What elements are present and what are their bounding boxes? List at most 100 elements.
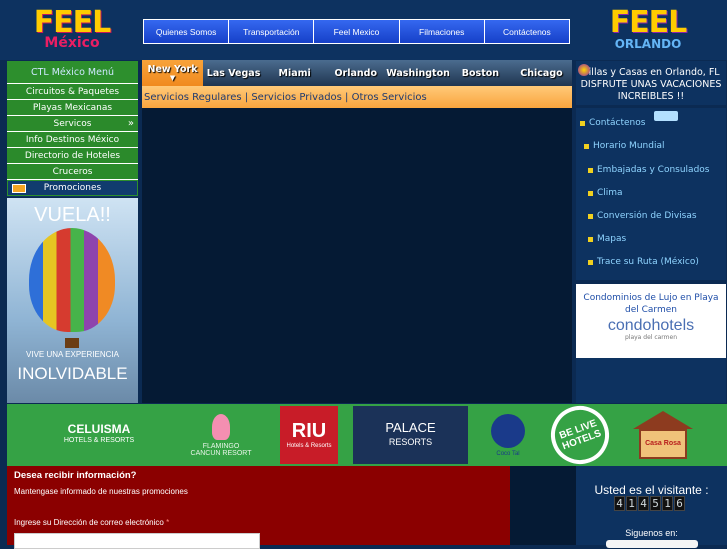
right-spacer [576, 358, 726, 403]
nav-contactenos[interactable]: Contáctenos [484, 20, 570, 43]
menu-item-label: Directorio de Hoteles [24, 150, 121, 161]
link-label: Mapas [597, 234, 627, 244]
tab-washington[interactable]: Washington [386, 60, 450, 86]
counter-digit: 1 [626, 496, 637, 511]
right-links: Contáctenos Horario Mundial Embajadas y … [576, 108, 726, 280]
bullet-icon [588, 236, 593, 242]
belive-hotels-logo[interactable]: BE LIVE HOTELS [542, 397, 618, 473]
condo-hotels-ad[interactable]: Condominios de Lujo en Playa del Carmen … [576, 284, 726, 358]
promo-line2: INOLVIDABLE [17, 364, 128, 383]
cocotal-logo[interactable]: Coco Tal [484, 406, 532, 464]
email-label: Ingrese su Dirección de correo electróni… [14, 518, 169, 527]
celuisma-sub: HOTELS & RESORTS [63, 437, 135, 444]
link-label: Clima [597, 188, 623, 198]
follow-label: Siguenos en: [625, 528, 678, 538]
logo-left-big: FEEL [33, 5, 112, 40]
link-embajadas[interactable]: Embajadas y Consulados [588, 165, 709, 175]
counter-digit: 5 [650, 496, 661, 511]
bullet-icon [584, 143, 589, 149]
link-contactenos[interactable]: Contáctenos [580, 118, 645, 128]
menu-item-label: Info Destinos México [25, 134, 120, 145]
menu-item-label: Playas Mexicanas [32, 102, 113, 113]
orlando-villas-promo[interactable]: Villas y Casas en Orlando, FL DISFRUTE U… [576, 61, 726, 105]
left-menu: CTL México Menú Circuitos & Paquetes Pla… [7, 61, 138, 197]
nav-transportacion[interactable]: Transportación [229, 20, 315, 43]
condo-title: Condominios de Lujo en Playa del Carmen [583, 293, 719, 315]
menu-item-cruceros[interactable]: Cruceros [7, 164, 138, 180]
visitor-label: Usted es el visitante : [594, 483, 709, 497]
link-label: Conversión de Divisas [597, 211, 697, 221]
bullet-icon [588, 259, 593, 265]
menu-item-info-destinos[interactable]: Info Destinos México [7, 132, 138, 148]
email-label-text: Ingrese su Dirección de correo electróni… [14, 518, 164, 527]
newsletter-title: Desea recibir información? [14, 470, 137, 481]
bullet-icon [588, 190, 593, 196]
riu-logo[interactable]: RIU Hotels & Resorts [280, 406, 338, 464]
palace-resorts-logo[interactable]: PALACE RESORTS [353, 406, 468, 464]
feel-mexico-logo[interactable]: FEEL México [30, 8, 114, 56]
tab-new-york[interactable]: New York ▼ [142, 60, 204, 86]
link-label: Embajadas y Consulados [597, 165, 710, 175]
tab-boston[interactable]: Boston [449, 60, 511, 86]
email-field[interactable] [14, 533, 260, 549]
nav-feel-mexico[interactable]: Feel Mexico [314, 20, 400, 43]
cocotal-name: Coco Tal [496, 450, 520, 457]
riu-name: RIU [291, 420, 327, 442]
link-trace-ruta[interactable]: Trace su Ruta (México) [588, 257, 699, 267]
link-mapas[interactable]: Mapas [588, 234, 626, 244]
city-tabs: New York ▼ Las Vegas Miami Orlando Washin… [142, 60, 572, 86]
menu-item-label: Circuitos & Paquetes [25, 86, 120, 97]
tab-las-vegas[interactable]: Las Vegas [203, 60, 265, 86]
menu-item-circuitos[interactable]: Circuitos & Paquetes [7, 84, 138, 100]
house-name: Casa Rosa [639, 429, 687, 459]
chevron-right-icon: » [127, 118, 134, 129]
tab-orlando[interactable]: Orlando [325, 60, 387, 86]
bullet-icon [588, 167, 593, 173]
flamingo-sub: CANCUN RESORT [190, 449, 252, 457]
hot-air-balloon-icon [29, 228, 115, 332]
celuisma-logo[interactable]: CELUISMA HOTELS & RESORTS [35, 406, 163, 464]
nav-filmaciones[interactable]: Filmaciones [399, 20, 485, 43]
services-links[interactable]: Servicios Regulares | Servicios Privados… [144, 92, 427, 103]
newsletter-subtitle: Mantengase informado de nuestras promoci… [14, 487, 188, 496]
menu-item-servicos[interactable]: Servicos » [7, 116, 138, 132]
menu-item-label: Cruceros [52, 166, 93, 177]
main-content [142, 108, 572, 403]
menu-item-directorio[interactable]: Directorio de Hoteles [7, 148, 138, 164]
flower-icon [578, 64, 590, 76]
tab-chicago[interactable]: Chicago [510, 60, 572, 86]
link-horario-mundial[interactable]: Horario Mundial [584, 141, 664, 151]
counter-digit: 4 [614, 496, 625, 511]
celuisma-name: CELUISMA [67, 422, 131, 436]
menu-item-promociones[interactable]: Promociones [7, 180, 138, 196]
feel-orlando-logo[interactable]: FEEL ORLANDO [606, 8, 690, 56]
link-clima[interactable]: Clima [588, 188, 623, 198]
belive-name: BE LIVE HOTELS [557, 418, 603, 453]
newsletter-form: Desea recibir información? Mantengase in… [7, 466, 510, 549]
palace-sub: RESORTS [388, 437, 433, 447]
menu-item-playas[interactable]: Playas Mexicanas [7, 100, 138, 116]
counter-digit: 6 [674, 496, 685, 511]
partner-logos: CELUISMA HOTELS & RESORTS FLAMINGO CANCU… [7, 397, 727, 473]
promo-line1: VIVE UNA EXPERIENCIA [26, 350, 119, 359]
tab-miami[interactable]: Miami [264, 60, 326, 86]
logo-right-small: ORLANDO [614, 37, 682, 51]
menu-title: CTL México Menú [7, 61, 138, 84]
promo-title: VUELA!! [34, 204, 111, 226]
mail-icon[interactable] [654, 111, 678, 121]
nav-quienes-somos[interactable]: Quienes Somos [144, 20, 230, 43]
social-buttons[interactable] [606, 540, 698, 548]
balloon-promo-banner[interactable]: VUELA!! VIVE UNA EXPERIENCIA INOLVIDABLE [7, 198, 138, 403]
required-mark: * [166, 518, 170, 527]
logo-right-big: FEEL [609, 5, 688, 40]
link-conversion-divisas[interactable]: Conversión de Divisas [588, 211, 697, 221]
services-bar[interactable]: Servicios Regulares | Servicios Privados… [142, 86, 572, 108]
belive-ring: BE LIVE HOTELS [542, 397, 618, 473]
top-navigation: Quienes Somos Transportación Feel Mexico… [143, 19, 570, 44]
newsletter-spacer [510, 466, 576, 545]
counter-digit: 1 [662, 496, 673, 511]
counter-digit: 4 [638, 496, 649, 511]
link-label: Trace su Ruta (México) [597, 257, 699, 267]
house-logo[interactable]: Casa Rosa [629, 406, 697, 464]
flamingo-logo[interactable]: FLAMINGO CANCUN RESORT [175, 406, 267, 464]
